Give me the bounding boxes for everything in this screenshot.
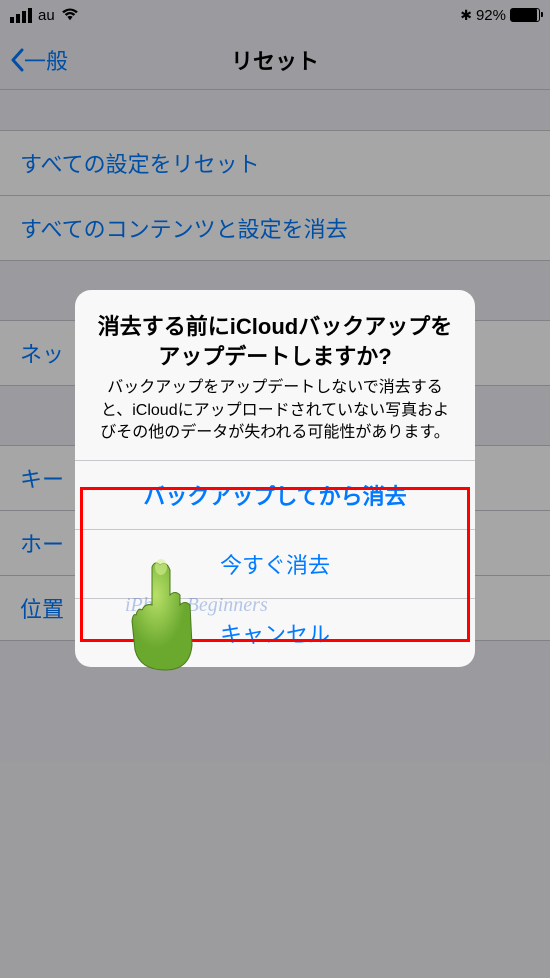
alert-title: 消去する前にiCloudバックアップをアップデートしますか? <box>93 312 457 371</box>
cancel-button[interactable]: キャンセル <box>75 598 475 667</box>
erase-now-button[interactable]: 今すぐ消去 <box>75 529 475 598</box>
alert-message: バックアップをアップデートしないで消去すると、iCloudにアップロードされてい… <box>93 377 457 444</box>
backup-then-erase-button[interactable]: バックアップしてから消去 <box>75 460 475 529</box>
alert-dialog: 消去する前にiCloudバックアップをアップデートしますか? バックアップをアッ… <box>75 290 475 667</box>
